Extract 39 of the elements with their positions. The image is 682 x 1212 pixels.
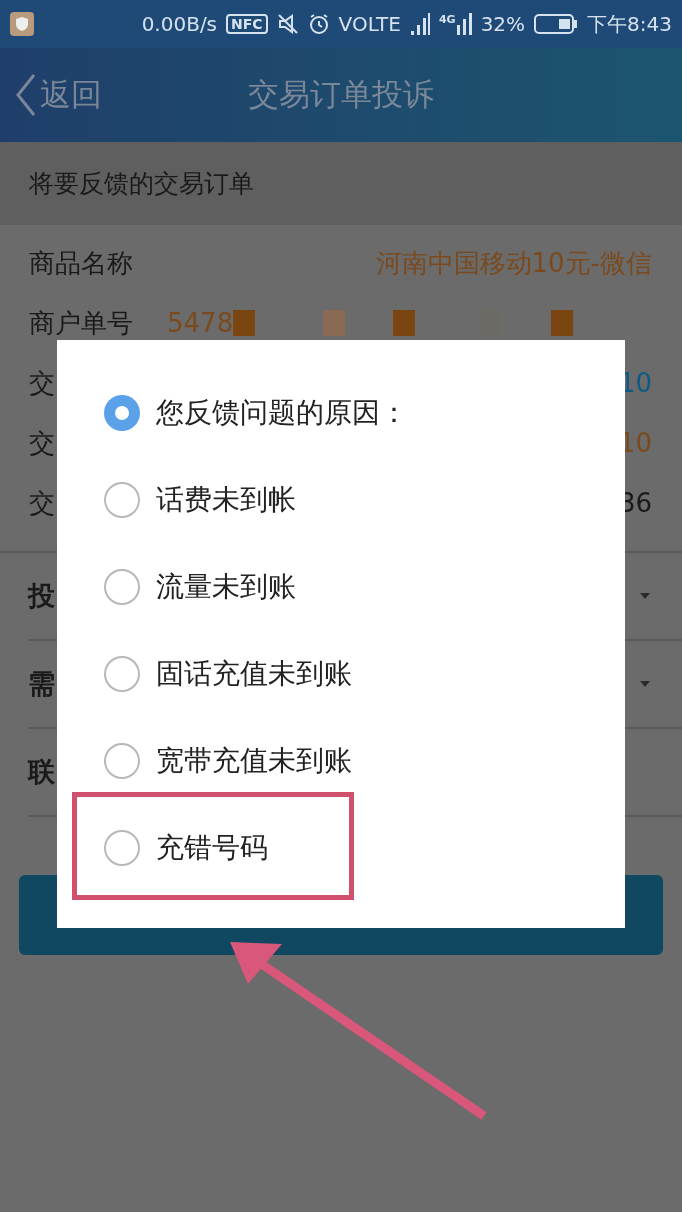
signal-icon	[455, 13, 472, 35]
reason-option[interactable]: 您反馈问题的原因：	[57, 369, 625, 456]
form-label: 需	[28, 667, 55, 701]
radio[interactable]	[104, 829, 140, 866]
clock-time: 下午8:43	[587, 10, 672, 38]
mute-icon	[276, 13, 299, 35]
field-value: 河南中国移动10元-微信	[375, 246, 652, 280]
network-speed: 0.00B/s	[141, 12, 218, 36]
field-label: 交	[29, 366, 55, 400]
reason-option[interactable]: 话费未到帐	[57, 456, 625, 543]
reason-option[interactable]: 流量未到账	[57, 543, 625, 630]
radio[interactable]	[104, 655, 140, 692]
network-type: 4G	[438, 13, 456, 26]
reason-option[interactable]: 充错号码	[57, 804, 625, 891]
signal-icon	[409, 13, 430, 35]
dropdown-caret-icon[interactable]	[640, 593, 650, 599]
selected-radio[interactable]	[104, 394, 140, 431]
radio[interactable]	[104, 481, 140, 518]
radio[interactable]	[104, 568, 140, 605]
field-label: 交	[29, 426, 55, 460]
back-chevron-icon	[14, 73, 38, 117]
section-title: 将要反馈的交易订单	[29, 168, 254, 200]
form-label: 投	[28, 579, 55, 613]
reason-option[interactable]: 固话充值未到账	[57, 630, 625, 717]
page-title: 交易订单投诉	[248, 76, 434, 112]
form-label: 联	[28, 755, 55, 789]
reason-option[interactable]: 宽带充值未到账	[57, 717, 625, 804]
battery-icon	[534, 14, 579, 34]
field-label: 交	[29, 486, 55, 520]
volte-indicator: VOLTE	[338, 12, 401, 36]
radio[interactable]	[104, 742, 140, 779]
field-label: 商户单号	[29, 306, 133, 340]
battery-percent: 32%	[480, 12, 526, 36]
field-label: 商品名称	[29, 246, 133, 280]
nfc-indicator: NFC	[226, 14, 268, 34]
shield-app-icon	[10, 12, 34, 36]
alarm-clock-icon	[307, 13, 330, 35]
dropdown-caret-icon[interactable]	[640, 681, 650, 687]
field-value: 5478	[167, 308, 234, 338]
